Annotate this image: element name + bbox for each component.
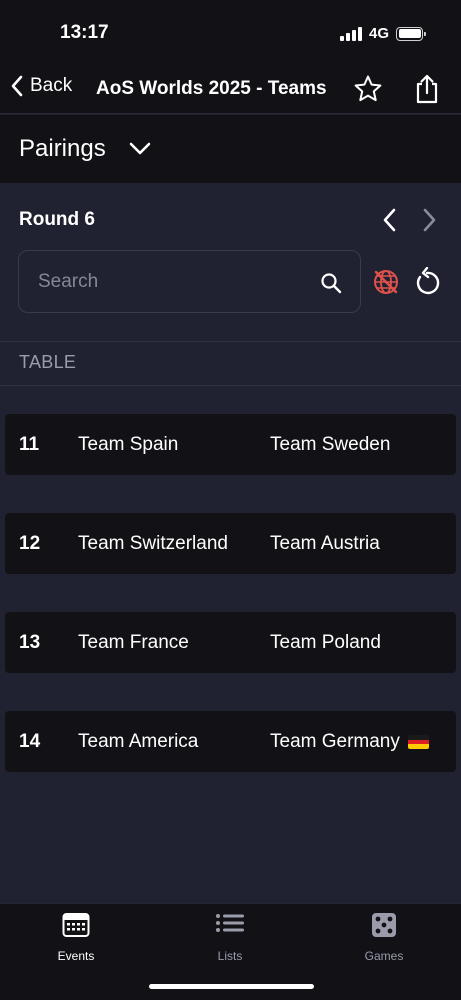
team-b-name: Team Austria bbox=[270, 533, 380, 554]
status-indicators: 4G bbox=[339, 25, 426, 42]
dice-icon bbox=[372, 913, 396, 937]
pairings-selector[interactable]: Pairings bbox=[0, 115, 461, 183]
navigation-bar: Back AoS Worlds 2025 - Teams bbox=[0, 66, 461, 114]
tab-events[interactable]: Events bbox=[26, 912, 126, 963]
signal-icon bbox=[339, 26, 362, 41]
pairing-row[interactable]: 14 Team America Team Germany bbox=[5, 711, 456, 772]
previous-round-button[interactable] bbox=[380, 206, 400, 234]
table-number: 12 bbox=[19, 533, 41, 554]
pairings-label: Pairings bbox=[19, 135, 106, 162]
team-b-cell: Team Sweden bbox=[270, 434, 390, 456]
table-number: 11 bbox=[19, 434, 40, 455]
tab-lists[interactable]: Lists bbox=[180, 912, 280, 963]
tab-games[interactable]: Games bbox=[334, 912, 434, 963]
team-b-cell: Team Poland bbox=[270, 632, 381, 654]
round-label: Round 6 bbox=[19, 209, 95, 230]
team-b-cell: Team Austria bbox=[270, 533, 380, 555]
team-a-name: Team Switzerland bbox=[78, 533, 228, 554]
back-button[interactable]: Back bbox=[10, 74, 72, 98]
battery-icon bbox=[396, 26, 426, 41]
refresh-icon[interactable] bbox=[413, 267, 441, 297]
star-outline-icon[interactable] bbox=[353, 74, 383, 104]
team-b-cell: Team Germany bbox=[270, 731, 429, 753]
team-b-name: Team Germany bbox=[270, 731, 400, 752]
tab-games-label: Games bbox=[364, 949, 404, 963]
divider bbox=[0, 341, 461, 342]
home-indicator bbox=[149, 984, 314, 989]
tab-events-label: Events bbox=[57, 949, 95, 963]
back-label: Back bbox=[30, 75, 73, 96]
search-input[interactable] bbox=[38, 269, 318, 295]
list-icon bbox=[216, 914, 244, 932]
pairing-row[interactable]: 13 Team France Team Poland bbox=[5, 612, 456, 673]
calendar-icon bbox=[62, 913, 90, 937]
pairing-row[interactable]: 12 Team Switzerland Team Austria bbox=[5, 513, 456, 574]
next-round-button[interactable] bbox=[419, 206, 439, 234]
tab-lists-label: Lists bbox=[217, 949, 243, 963]
network-type: 4G bbox=[368, 25, 389, 42]
team-b-name: Team Sweden bbox=[270, 434, 391, 455]
table-column-header: TABLE bbox=[19, 352, 77, 372]
chevron-down-icon[interactable] bbox=[128, 137, 152, 161]
status-time: 13:17 bbox=[60, 22, 109, 43]
team-b-name: Team Poland bbox=[270, 632, 381, 653]
table-number: 13 bbox=[19, 632, 41, 653]
germany-flag-icon bbox=[407, 735, 429, 749]
page-title: AoS Worlds 2025 - Teams bbox=[96, 78, 327, 99]
divider bbox=[0, 385, 461, 386]
chevron-left-icon bbox=[11, 75, 23, 97]
team-a-name: Team France bbox=[78, 632, 189, 653]
search-box bbox=[18, 250, 361, 313]
team-a-name: Team America bbox=[78, 731, 199, 752]
globe-off-icon[interactable] bbox=[372, 268, 400, 296]
table-number: 14 bbox=[19, 731, 41, 752]
status-bar: 13:17 4G bbox=[0, 0, 461, 66]
share-icon[interactable] bbox=[413, 73, 441, 105]
pairing-row[interactable]: 11 Team Spain Team Sweden bbox=[5, 414, 456, 475]
team-a-name: Team Spain bbox=[78, 434, 179, 455]
search-icon[interactable] bbox=[320, 272, 342, 294]
